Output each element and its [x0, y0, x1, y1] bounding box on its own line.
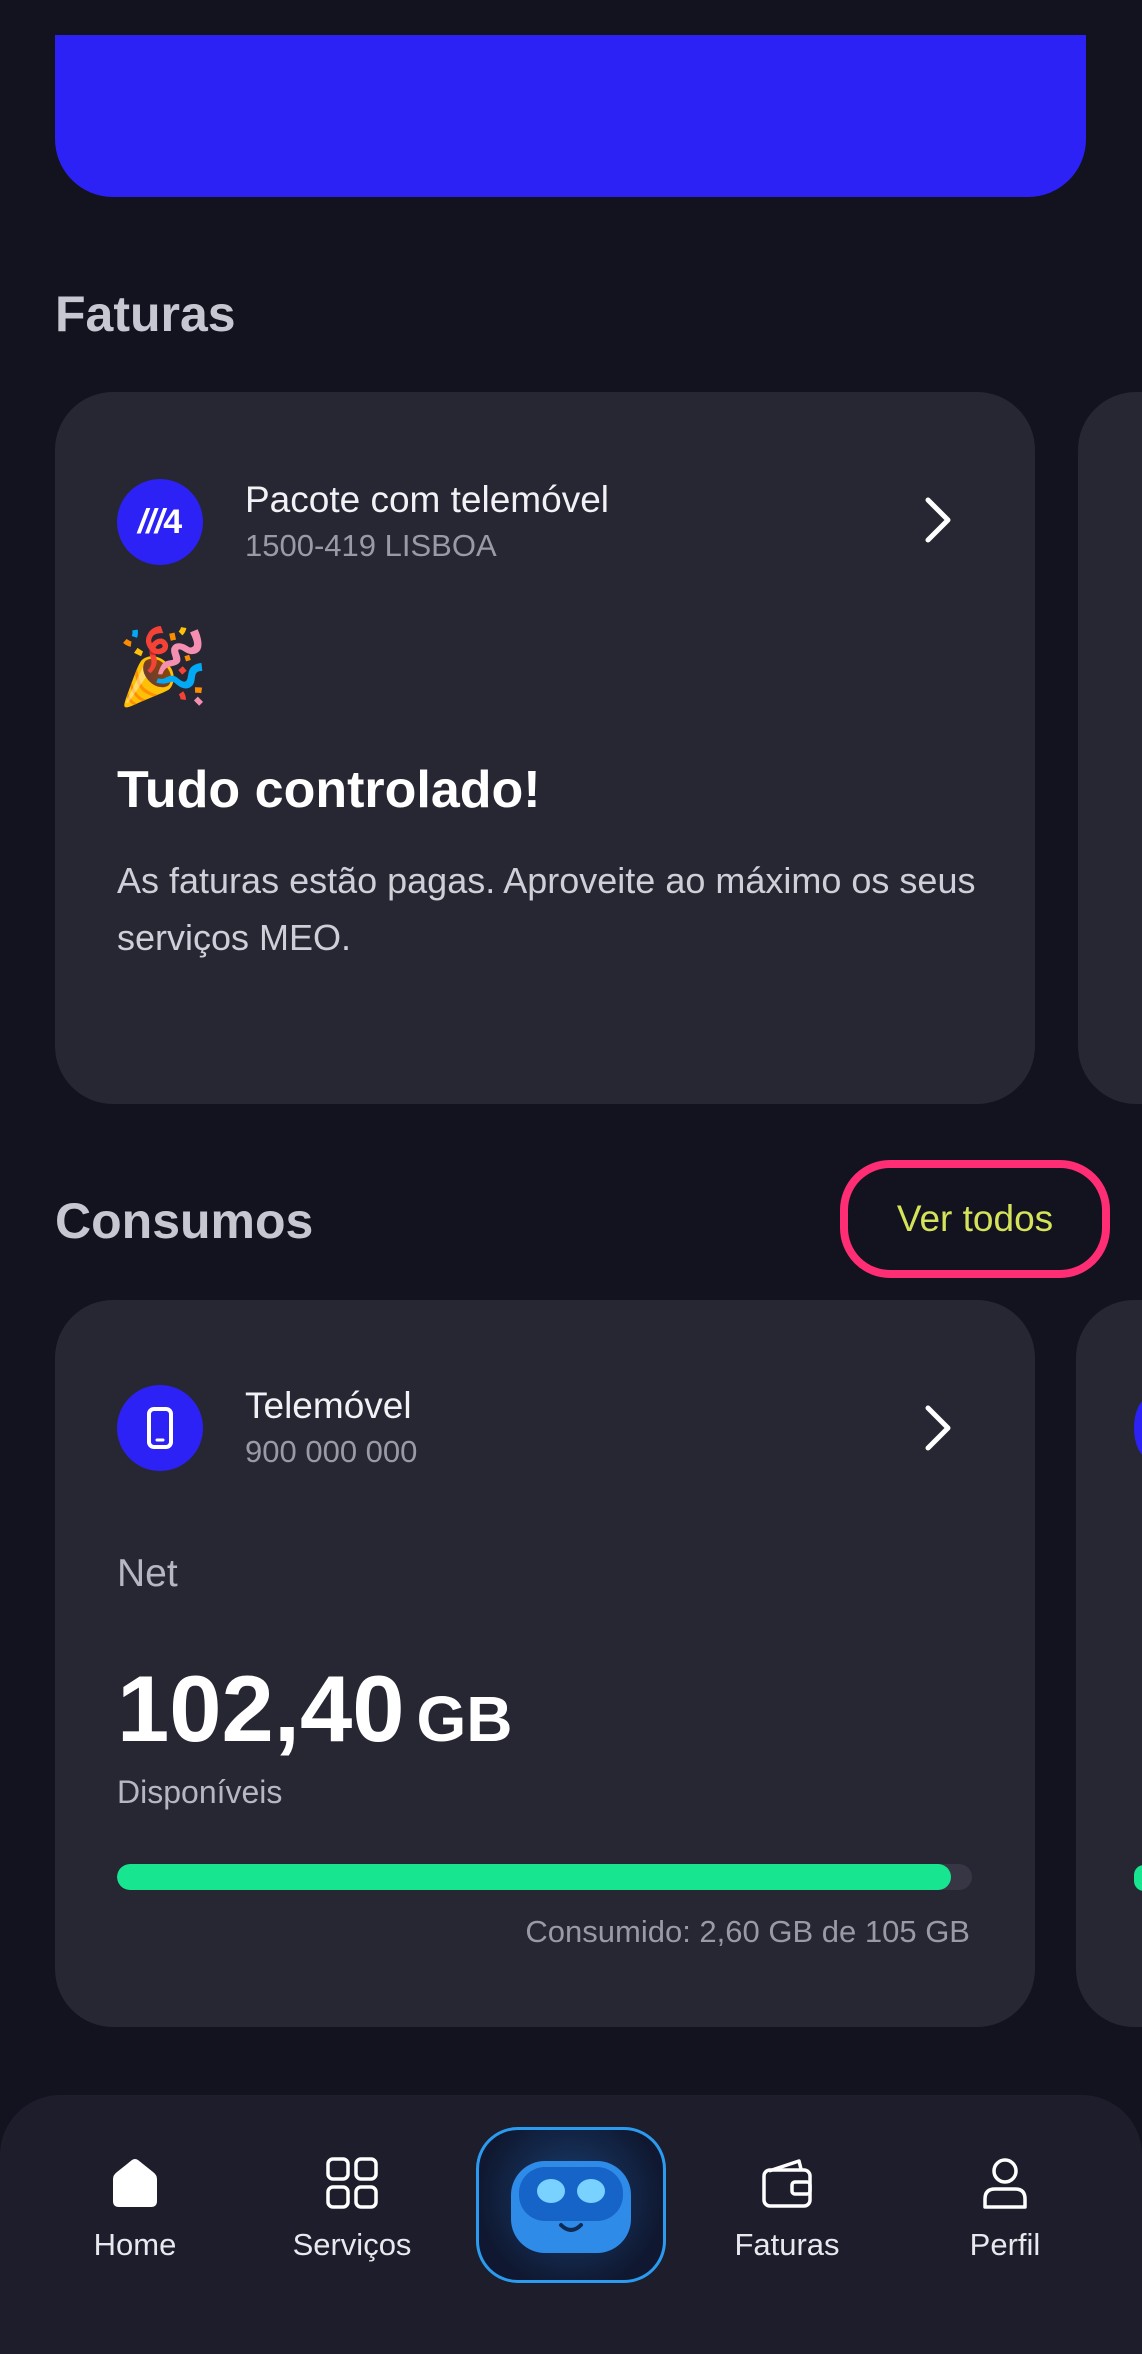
nav-home[interactable]: Home — [35, 2155, 235, 2263]
data-consumed-text: Consumido: 2,60 GB de 105 GB — [525, 1914, 970, 1949]
data-available-number: 102,40 — [117, 1656, 405, 1761]
faturas-card-heading: Tudo controlado! — [117, 761, 541, 819]
nav-faturas-label: Faturas — [734, 2227, 840, 2262]
data-available-unit: GB — [416, 1683, 513, 1755]
nav-servicos-label: Serviços — [292, 2227, 412, 2262]
faturas-card-header[interactable]: ///M44 Pacote com telemóvel 1500-419 LIS… — [117, 478, 609, 566]
consumos-card-header[interactable]: Telemóvel 900 000 000 — [117, 1384, 417, 1472]
data-available-value: 102,40 GB — [117, 1662, 513, 1756]
nav-faturas[interactable]: Faturas — [687, 2155, 887, 2263]
see-all-link[interactable]: Ver todos — [840, 1160, 1110, 1278]
faturas-next-card[interactable] — [1078, 392, 1142, 1104]
consumos-card-title: Telemóvel — [245, 1385, 412, 1426]
party-popper-icon: 🎉 — [117, 625, 210, 708]
assistant-button[interactable] — [476, 2127, 666, 2283]
next-card-progress — [1134, 1865, 1142, 1891]
person-icon — [983, 2158, 1027, 2209]
next-card-avatar — [1134, 1398, 1142, 1458]
faturas-card[interactable]: ///M44 Pacote com telemóvel 1500-419 LIS… — [55, 392, 1035, 1104]
data-metric-label: Net — [117, 1552, 178, 1595]
faturas-card-address: 1500-419 LISBOA — [245, 528, 497, 563]
wallet-icon — [762, 2159, 812, 2208]
grid-icon — [326, 2157, 378, 2209]
meo-logo: ///M44 — [117, 479, 203, 565]
faturas-card-body: As faturas estão pagas. Aproveite ao máx… — [117, 860, 976, 958]
bottom-navigation: Home Serviços Faturas Perfil — [0, 2095, 1142, 2354]
assistant-robot-icon — [511, 2161, 631, 2253]
faturas-section-title: Faturas — [55, 286, 236, 342]
consumos-card[interactable]: Telemóvel 900 000 000 Net 102,40 GB Dispo… — [55, 1300, 1035, 2027]
data-usage-progress-bar — [117, 1864, 972, 1890]
promo-banner[interactable] — [55, 35, 1086, 197]
nav-home-label: Home — [93, 2227, 177, 2262]
data-usage-progress-fill — [117, 1864, 951, 1890]
nav-perfil[interactable]: Perfil — [905, 2155, 1105, 2263]
faturas-card-title: Pacote com telemóvel — [245, 479, 610, 520]
chevron-right-icon[interactable] — [923, 496, 953, 544]
nav-servicos[interactable]: Serviços — [252, 2155, 452, 2263]
chevron-right-icon[interactable] — [923, 1404, 953, 1452]
consumos-section-title: Consumos — [55, 1193, 314, 1249]
consumos-next-card[interactable] — [1076, 1300, 1142, 2027]
phone-icon — [117, 1385, 203, 1471]
home-icon — [113, 2159, 157, 2207]
data-available-caption: Disponíveis — [117, 1774, 283, 1810]
consumos-card-number: 900 000 000 — [245, 1434, 418, 1469]
nav-perfil-label: Perfil — [969, 2227, 1041, 2262]
